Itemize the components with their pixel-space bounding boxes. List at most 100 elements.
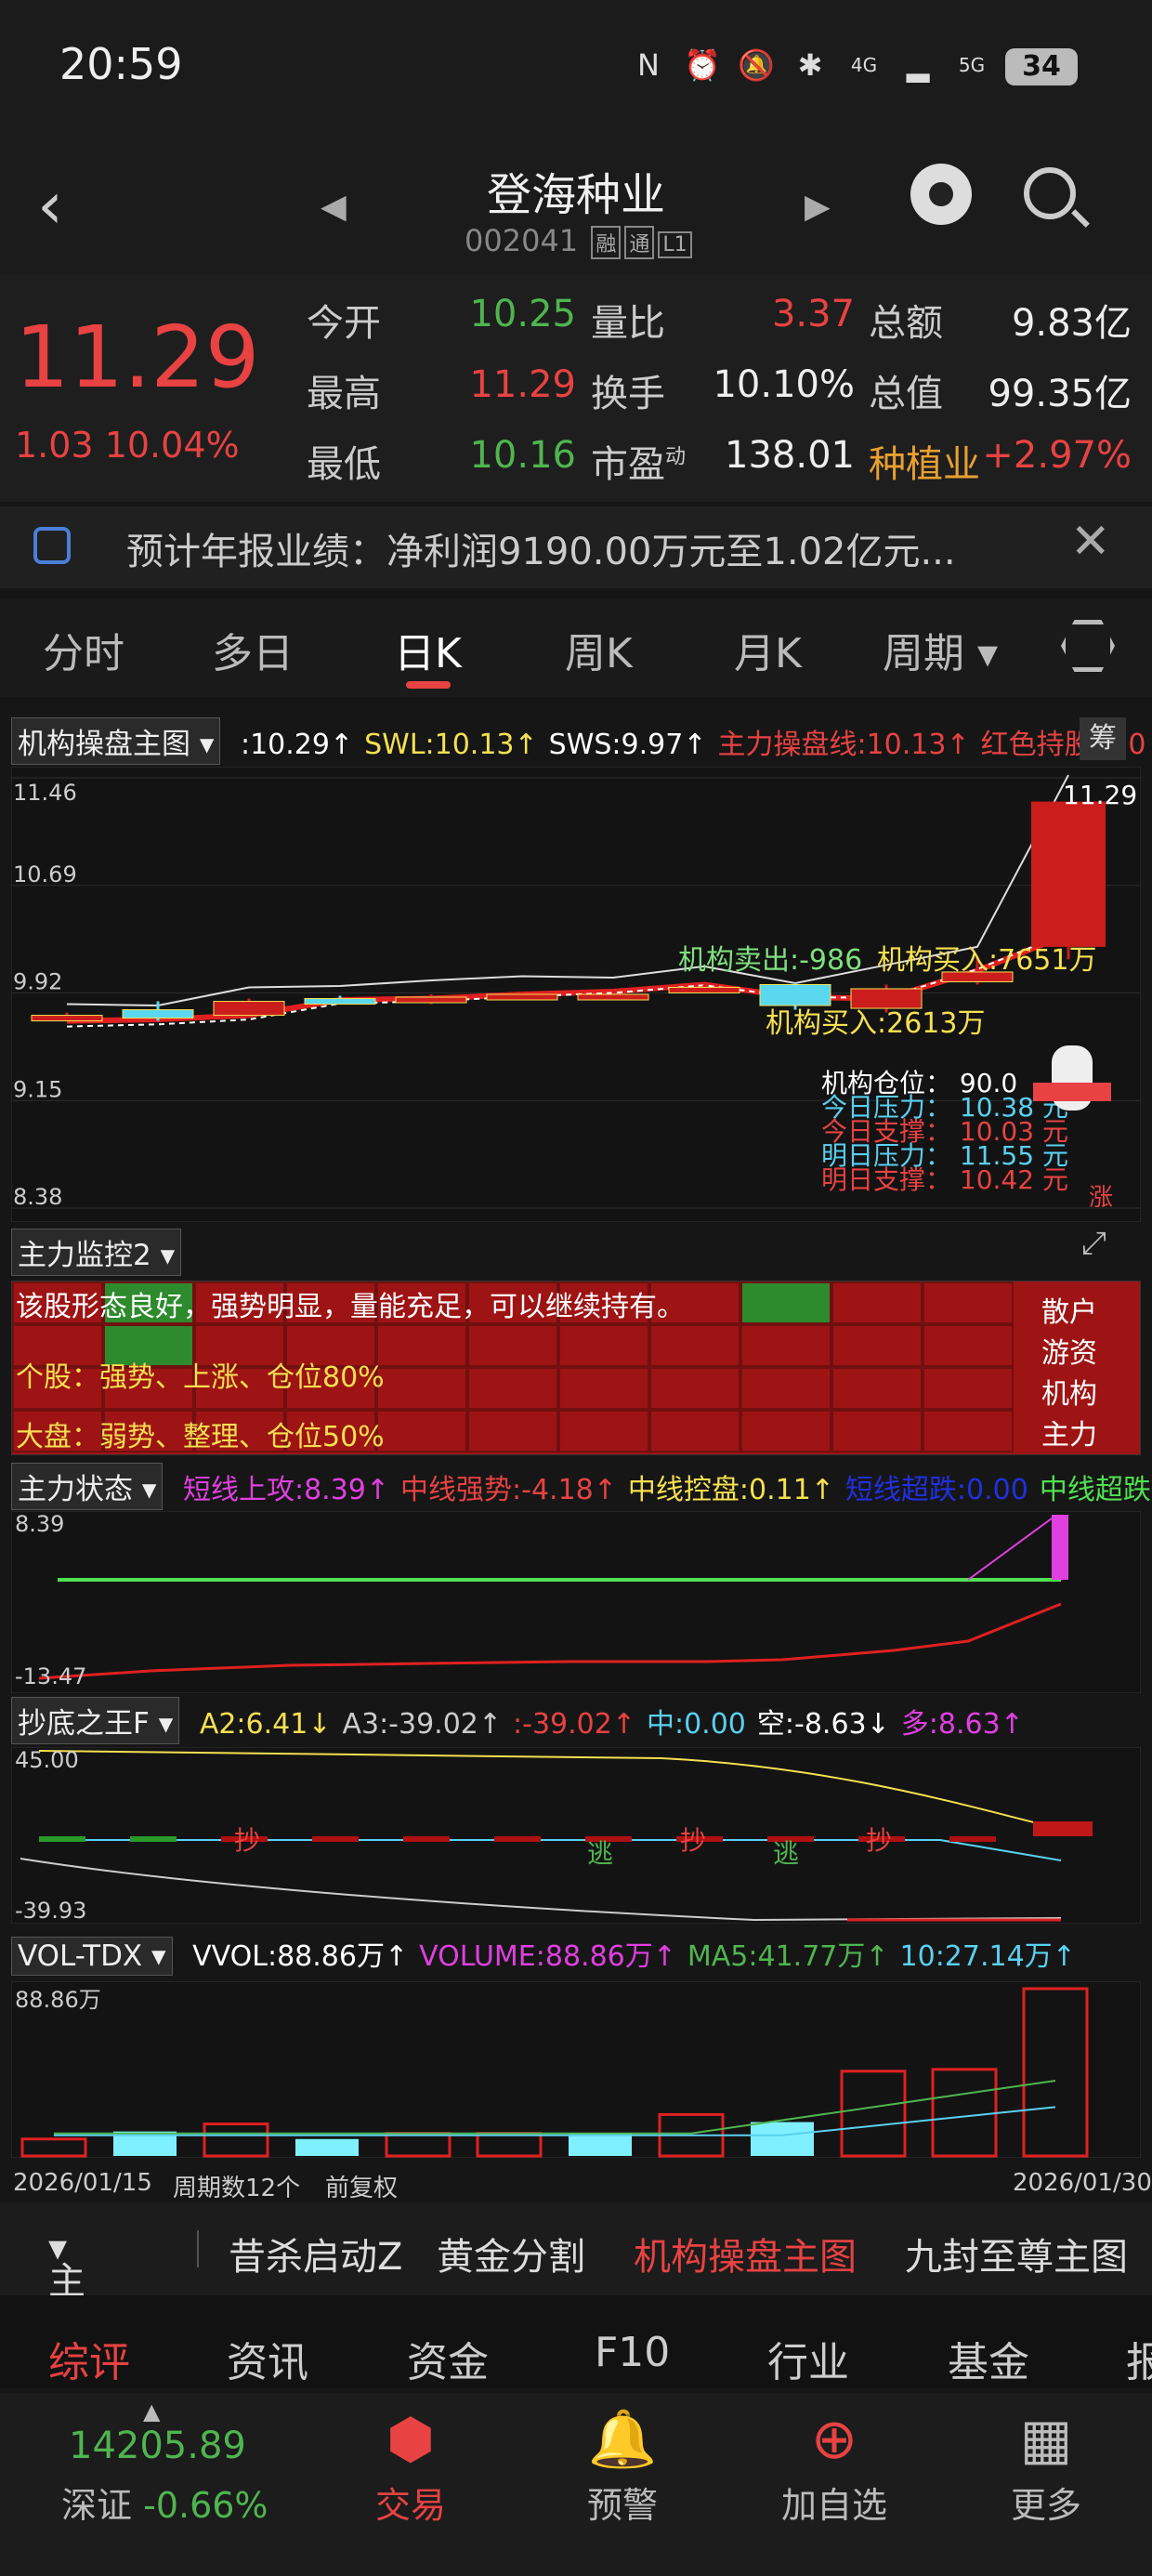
monitor-cell [923, 1367, 1014, 1410]
assistant-mascot-icon[interactable] [910, 164, 972, 225]
index-change-line[interactable]: 深证 -0.66% [61, 2477, 268, 2528]
close-icon[interactable]: ✕ [1070, 514, 1111, 570]
legend-item: 中线控盘:0.11↑ [627, 1474, 834, 1506]
signal-mark: 抄 [234, 1825, 260, 1856]
signal-bar [312, 1836, 359, 1842]
quote-label: 换手 [591, 373, 665, 415]
bottom-y-top: 45.00 [15, 1747, 79, 1773]
candle-body [395, 996, 467, 1004]
tab-jijin[interactable]: 基金 [948, 2329, 1029, 2388]
monitor-text-3: 大盘：弱势、整理、仓位50% [16, 1421, 385, 1453]
volume-bar [569, 2133, 632, 2156]
tag-l1: L1 [658, 231, 692, 258]
tab-duori[interactable]: 多日 [212, 620, 294, 679]
battery-icon: 34 [1005, 48, 1078, 85]
tab-rik[interactable]: 日K [394, 620, 462, 679]
bottom-indicator-row: 抄底之王F ▾ A2:6.41↓ A3:-39.02↑:-39.02↑ 中:0.00… [11, 1697, 1024, 1744]
settings-hexagon-icon[interactable] [1061, 620, 1115, 672]
expand-icon[interactable]: ⤢ [1081, 1225, 1106, 1262]
tab-hangye[interactable]: 行业 [767, 2329, 849, 2388]
next-stock-icon[interactable]: ▶ [805, 188, 831, 226]
indicator-switch-bar: 主图 ▾ 昔杀启动Z 黄金分割 机构操盘主图 九封至尊主图 [0, 2202, 1152, 2357]
more-button[interactable]: ▦ 更多 [972, 2402, 1120, 2528]
period-count: 周期数12个 [173, 2175, 301, 2202]
monitor-indicator-dropdown[interactable]: 主力监控2 ▾ [11, 1229, 182, 1276]
state-y-bottom: -13.47 [15, 1663, 87, 1689]
candle-body [122, 1009, 194, 1019]
tab-zhouqi[interactable]: 周期 ▾ [883, 620, 998, 679]
monitor-cell [558, 1410, 649, 1452]
chart-bg [11, 1511, 1141, 1693]
tab-zhouk[interactable]: 周K [565, 620, 633, 679]
main-indicator-row: 机构操盘主图 ▾ :10.29↑ SWL:10.13↑ SWS:9.97↑ 主力操盘线… [11, 717, 1145, 765]
quote-label: 最高 [307, 373, 381, 415]
indicator-option-4[interactable]: 九封至尊主图 [905, 2227, 1128, 2280]
candle-body [577, 993, 649, 1001]
volume-y-top: 88.86万 [15, 1987, 101, 2013]
legend-item: 多:8.63↑ [900, 1708, 1024, 1741]
legend-item: VVOL:88.86万↑ [192, 1940, 409, 1973]
quote-value: 99.35亿 [988, 373, 1132, 415]
tab-f10[interactable]: F10 [595, 2329, 670, 2376]
tag-rong: 融 [591, 226, 622, 259]
earnings-notice[interactable]: 预计年报业绩：净利润9190.00万元至1.02亿元... ✕ [0, 506, 1152, 588]
signal-mark: 抄 [680, 1825, 706, 1856]
legend-item: 空:-8.63↓ [756, 1708, 890, 1741]
indicator-option-1[interactable]: 昔杀启动Z [229, 2227, 402, 2280]
volume-bar [751, 2122, 814, 2156]
kline-chart[interactable]: 11.46 10.69 9.92 9.15 8.38 11.29 机构卖出:-986 机构买入… [11, 767, 1141, 1222]
tab-more[interactable]: 报 [1126, 2329, 1152, 2388]
trade-button[interactable]: ⬢ 交易 [336, 2402, 485, 2528]
last-price: 11.29 [15, 308, 260, 407]
tab-zongping[interactable]: 综评 [48, 2329, 130, 2388]
footer-bar: ▲ 14205.89 深证 -0.66% ⬢ 交易 🔔 预警 ⊕ 加自选 ▦ 更多 [0, 2393, 1152, 2576]
index-value[interactable]: 14205.89 [69, 2425, 246, 2467]
chip-distribution-button[interactable]: 筹 [1080, 717, 1126, 760]
tab-fenshi[interactable]: 分时 [43, 620, 124, 679]
tab-yuek[interactable]: 月K [734, 620, 802, 679]
monitor-text-1: 该股形态良好，强势明显，量能充足，可以继续持有。 [16, 1291, 685, 1323]
monitor-cell [467, 1324, 558, 1367]
adjust-mode[interactable]: 前复权 [325, 2169, 398, 2203]
main-indicator-dropdown[interactable]: 机构操盘主图 ▾ [11, 717, 221, 765]
zhang-label: 涨 [1089, 1184, 1113, 1212]
add-watchlist-button[interactable]: ⊕ 加自选 [760, 2402, 909, 2528]
tab-zijin[interactable]: 资金 [407, 2329, 489, 2388]
stock-code: 002041 [465, 223, 579, 258]
main-chart-selector[interactable]: 主图 ▾ [48, 2227, 85, 2357]
tab-zixun[interactable]: 资讯 [227, 2329, 308, 2388]
indicator-option-2[interactable]: 黄金分割 [437, 2227, 585, 2280]
volume-indicator-row: VOL-TDX ▾ VVOL:88.86万↑ VOLUME:88.86万↑ MA5:… [11, 1933, 1076, 1979]
legend-item: A3:-39.02↑ [342, 1708, 503, 1741]
state-indicator-row: 主力状态 ▾ 短线上攻:8.39↑ 中线强势:-4.18↑ 中线控盘:0.11↑ 短线… [11, 1463, 1152, 1510]
search-icon[interactable] [1024, 167, 1076, 219]
monitor-cell [831, 1367, 923, 1410]
signal-bar [949, 1836, 996, 1842]
alert-button[interactable]: 🔔 预警 [548, 2402, 697, 2528]
legend-item: SWS:9.97↑ [548, 729, 707, 761]
quote-label: 种植业 [869, 443, 980, 486]
monitor-indicator-row: 主力监控2 ▾ [11, 1229, 182, 1276]
indicator-option-3[interactable]: 机构操盘主图 [634, 2227, 857, 2280]
quote-value: 11.29 [469, 363, 576, 406]
legend-item: :-39.02↑ [513, 1708, 635, 1741]
legend-item: MA5:41.77万↑ [687, 1940, 889, 1973]
label-sanhu: 散户 [1041, 1296, 1097, 1329]
quote-label: 市盈动 [591, 443, 687, 486]
alarm-icon: ⏰ [684, 47, 721, 83]
monitor-cell [831, 1410, 923, 1452]
clock: 20:59 [59, 39, 183, 89]
state-indicator-dropdown[interactable]: 主力状态 ▾ [11, 1463, 164, 1510]
divider [197, 2230, 199, 2267]
bottom-indicator-dropdown[interactable]: 抄底之王F ▾ [11, 1697, 180, 1744]
quote-value: 10.25 [469, 293, 576, 335]
monitor-cell [558, 1367, 649, 1410]
nfc-icon: N [637, 47, 660, 83]
volume-indicator-dropdown[interactable]: VOL-TDX ▾ [11, 1937, 173, 1976]
status-icons: N ⏰ 🔕 ✱ 4G ▂ 5G ▂ [628, 45, 1046, 85]
annotation-buy-2: 机构买入:2613万 [766, 1007, 985, 1040]
monitor-cell [376, 1367, 467, 1410]
tab-underline [406, 681, 451, 689]
caret-up-icon[interactable]: ▲ [143, 2399, 160, 2425]
bottom-y-bottom: -39.93 [15, 1898, 87, 1924]
